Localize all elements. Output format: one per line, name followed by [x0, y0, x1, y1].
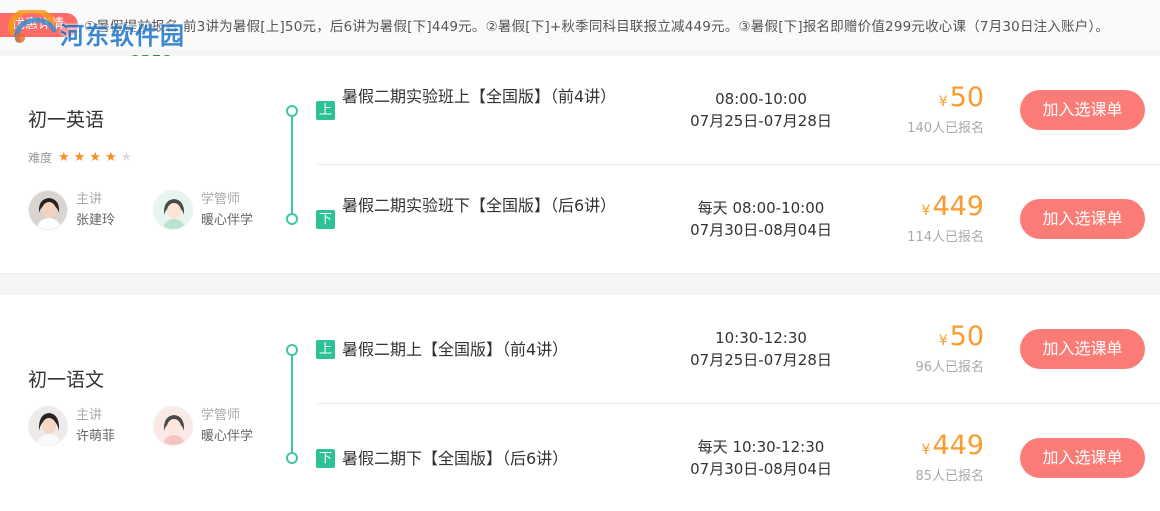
lesson-dates: 07月25日-07月28日	[690, 112, 832, 130]
lesson-badge: 上	[316, 340, 335, 359]
lesson-schedule: 每天 08:00-10:00 07月30日-08月04日	[661, 197, 861, 241]
difficulty-label: 难度	[28, 151, 53, 165]
lesson-timeline	[291, 350, 293, 458]
lesson-time: 每天 08:00-10:00	[697, 199, 825, 217]
teacher-info: 主讲 许萌菲	[28, 405, 115, 447]
add-to-cart-button[interactable]: 加入选课单	[1020, 199, 1145, 239]
star-icon: ★	[73, 150, 86, 165]
star-icon: ★	[104, 150, 117, 165]
teacher-avatar[interactable]	[28, 406, 68, 446]
lesson-time: 08:00-10:00	[715, 90, 807, 108]
lesson-row: 下 暑假二期下【全国版】（后6讲） 每天 10:30-12:30 07月30日-…	[316, 404, 1160, 511]
lesson-price: ¥50	[876, 321, 984, 352]
enrolled-count: 114人已报名	[907, 230, 984, 245]
teacher-avatar[interactable]	[28, 190, 68, 230]
lesson-row: 下 暑假二期实验班下【全国版】（后6讲） 每天 08:00-10:00 07月3…	[316, 165, 1160, 273]
manager-avatar[interactable]	[153, 406, 193, 446]
price-amount: 449	[932, 191, 984, 222]
lesson-title[interactable]: 暑假二期下【全国版】（后6讲）	[342, 445, 642, 473]
enrolled-count: 140人已报名	[907, 121, 984, 136]
lesson-title[interactable]: 暑假二期实验班上【全国版】（前4讲）	[342, 83, 642, 111]
manager-avatar[interactable]	[153, 190, 193, 230]
teacher-name: 张建玲	[76, 213, 116, 228]
lesson-price: ¥449	[876, 430, 984, 461]
teacher-name: 许萌菲	[76, 429, 116, 444]
lesson-dates: 07月30日-08月04日	[690, 221, 832, 239]
lesson-badge: 下	[316, 449, 335, 468]
manager-name: 暖心伴学	[201, 213, 254, 228]
lesson-schedule: 每天 10:30-12:30 07月30日-08月04日	[661, 436, 861, 480]
lesson-dates: 07月25日-07月28日	[690, 351, 832, 369]
lesson-price: ¥50	[876, 82, 984, 113]
timeline-dot	[286, 213, 298, 225]
timeline-dot	[286, 344, 298, 356]
manager-info: 学管师 暖心伴学	[153, 405, 253, 447]
manager-role: 学管师	[201, 408, 241, 423]
course-card-english: 初一英语 难度 ★ ★ ★ ★ ★ 主讲 张建玲 学管师 暖心伴学 上 暑假二期…	[0, 56, 1160, 273]
lesson-title[interactable]: 暑假二期实验班下【全国版】（后6讲）	[342, 192, 642, 220]
manager-role: 学管师	[201, 192, 241, 207]
price-amount: 50	[949, 82, 984, 113]
lesson-row: 上 暑假二期实验班上【全国版】（前4讲） 08:00-10:00 07月25日-…	[316, 56, 1160, 165]
lesson-timeline	[291, 111, 293, 219]
lesson-schedule: 08:00-10:00 07月25日-07月28日	[661, 88, 861, 132]
teacher-role: 主讲	[76, 408, 103, 423]
timeline-dot	[286, 105, 298, 117]
timeline-dot	[286, 452, 298, 464]
course-subject: 初一语文	[28, 369, 105, 391]
price-currency: ¥	[921, 203, 931, 219]
watermark-logo-icon	[8, 10, 57, 43]
lesson-schedule: 10:30-12:30 07月25日-07月28日	[661, 327, 861, 371]
lesson-badge: 下	[316, 210, 335, 229]
difficulty-stars: ★ ★ ★ ★ ★	[58, 151, 132, 164]
teacher-info: 主讲 张建玲	[28, 189, 115, 231]
lesson-time: 10:30-12:30	[715, 329, 807, 347]
lesson-price: ¥449	[876, 191, 984, 222]
manager-info: 学管师 暖心伴学	[153, 189, 253, 231]
price-currency: ¥	[938, 94, 948, 110]
lesson-time: 每天 10:30-12:30	[697, 438, 825, 456]
watermark-site-name: 河东软件园	[60, 22, 185, 50]
teacher-role: 主讲	[76, 192, 103, 207]
manager-name: 暖心伴学	[201, 429, 254, 444]
star-icon: ★	[89, 150, 101, 165]
lesson-dates: 07月30日-08月04日	[690, 460, 832, 478]
price-amount: 50	[949, 321, 984, 352]
add-to-cart-button[interactable]: 加入选课单	[1020, 438, 1145, 478]
difficulty-rating: 难度 ★ ★ ★ ★ ★	[28, 149, 132, 166]
enrolled-count: 85人已报名	[915, 469, 984, 484]
price-currency: ¥	[938, 333, 948, 349]
enrolled-count: 96人已报名	[915, 360, 984, 375]
price-amount: 449	[932, 430, 984, 461]
add-to-cart-button[interactable]: 加入选课单	[1020, 90, 1145, 130]
lesson-row: 上 暑假二期上【全国版】（前4讲） 10:30-12:30 07月25日-07月…	[316, 295, 1160, 404]
price-currency: ¥	[921, 442, 931, 458]
lesson-title[interactable]: 暑假二期上【全国版】（前4讲）	[342, 336, 642, 364]
star-empty-icon: ★	[120, 150, 133, 165]
star-icon: ★	[58, 150, 70, 165]
add-to-cart-button[interactable]: 加入选课单	[1020, 329, 1145, 369]
lesson-badge: 上	[316, 101, 335, 120]
course-subject: 初一英语	[28, 109, 105, 131]
course-card-chinese: 初一语文 主讲 许萌菲 学管师 暖心伴学 上 暑假二期上【全国版】（前4讲） 1…	[0, 295, 1160, 511]
